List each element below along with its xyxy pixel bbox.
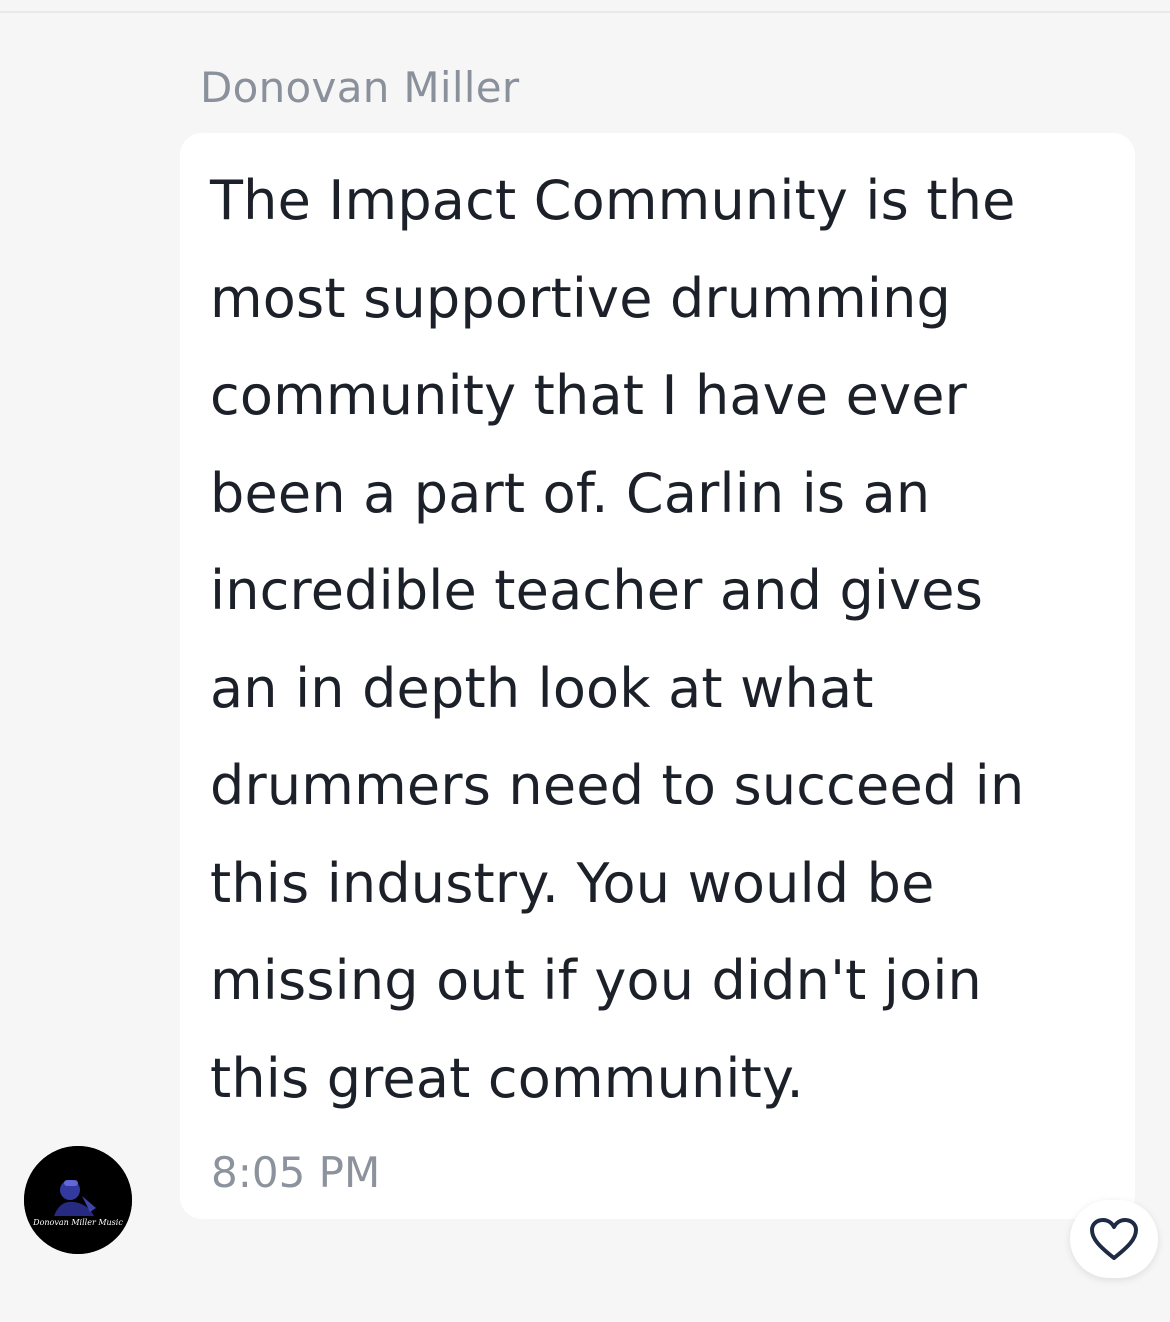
avatar[interactable]: Donovan Miller Music (24, 1146, 132, 1254)
like-button[interactable] (1070, 1200, 1158, 1278)
message-timestamp: 8:05 PM (211, 1148, 381, 1197)
message-text: The Impact Community is the most support… (210, 169, 1025, 1110)
top-divider (0, 11, 1170, 13)
avatar-label: Donovan Miller Music (32, 1218, 123, 1227)
avatar-image: Donovan Miller Music (24, 1146, 132, 1254)
heart-icon (1090, 1218, 1138, 1260)
sender-name: Donovan Miller (200, 63, 520, 112)
